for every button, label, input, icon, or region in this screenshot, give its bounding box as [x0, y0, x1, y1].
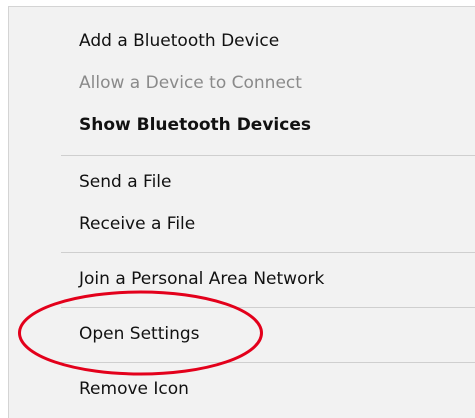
- menu-item-open-settings[interactable]: Open Settings: [79, 316, 200, 352]
- menu-item-join-personal-area-network[interactable]: Join a Personal Area Network: [79, 261, 324, 297]
- menu-item-remove-icon[interactable]: Remove Icon: [79, 371, 189, 407]
- menu-item-show-bluetooth-devices[interactable]: Show Bluetooth Devices: [79, 107, 311, 143]
- menu-separator: [61, 252, 475, 253]
- menu-item-receive-a-file[interactable]: Receive a File: [79, 206, 195, 242]
- menu-separator: [61, 155, 475, 156]
- bluetooth-context-menu: Add a Bluetooth Device Allow a Device to…: [8, 6, 475, 418]
- menu-separator: [61, 362, 475, 363]
- menu-item-add-bluetooth-device[interactable]: Add a Bluetooth Device: [79, 23, 279, 59]
- menu-separator: [61, 307, 475, 308]
- menu-item-allow-device-to-connect: Allow a Device to Connect: [79, 73, 302, 93]
- menu-item-send-a-file[interactable]: Send a File: [79, 164, 172, 200]
